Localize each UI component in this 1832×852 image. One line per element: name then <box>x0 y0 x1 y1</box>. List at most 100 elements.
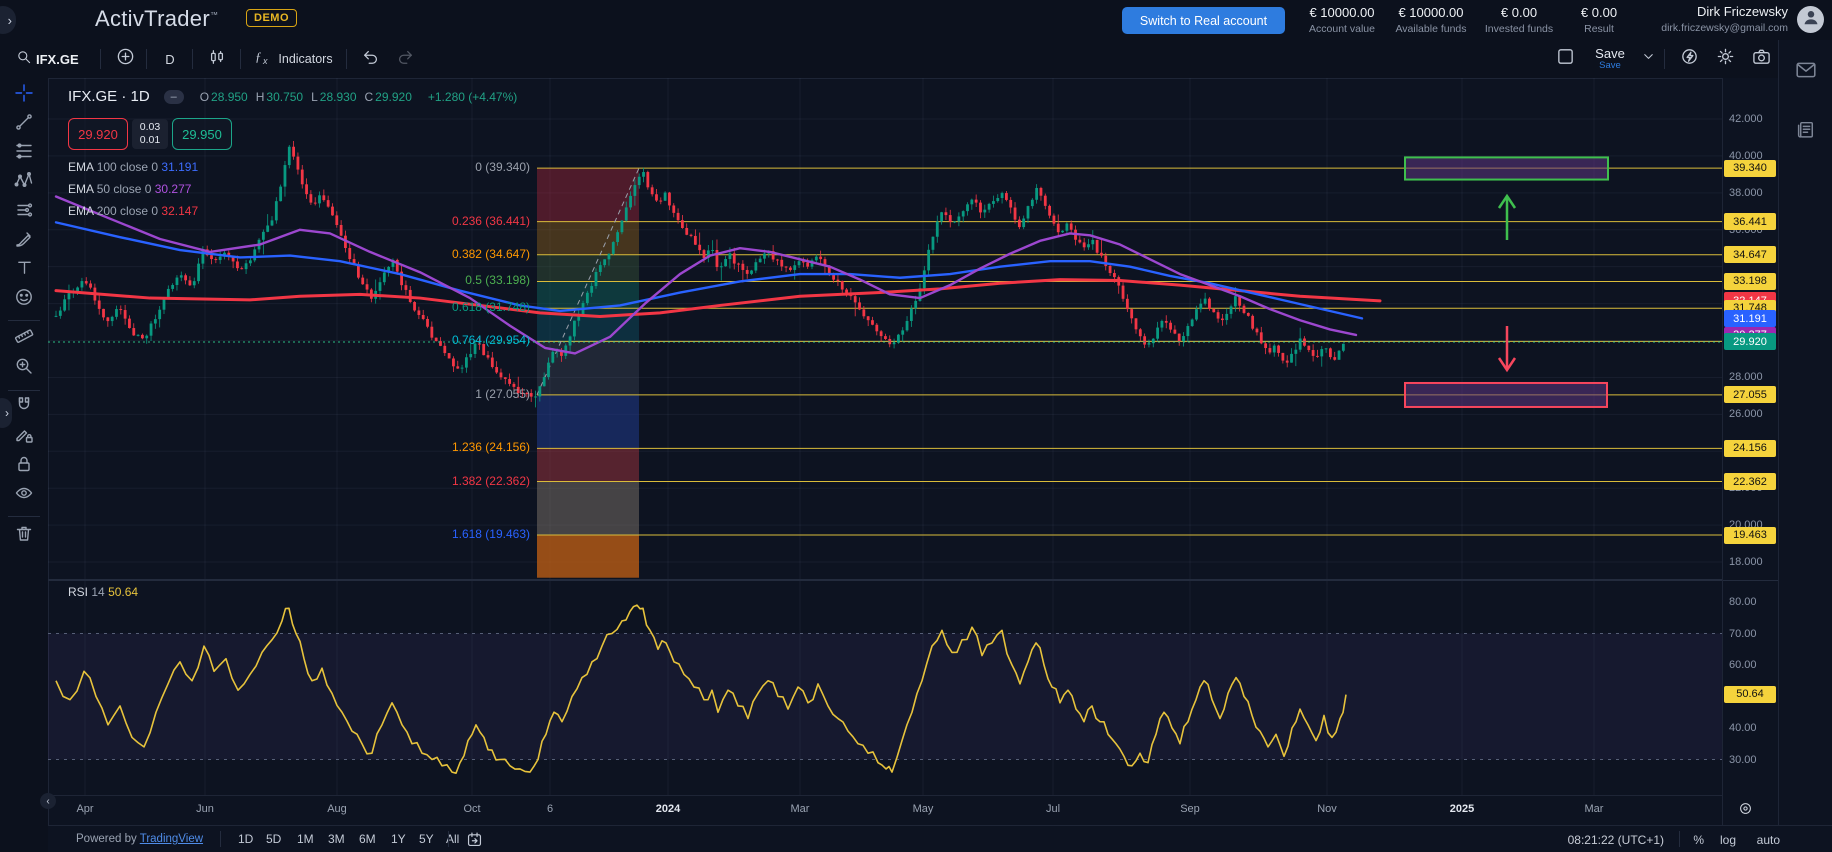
mail-button[interactable] <box>1792 58 1820 86</box>
price-scale[interactable]: 42.00040.00038.00036.00028.00026.00022.0… <box>1722 78 1779 825</box>
collapse-panel-tab[interactable]: › <box>0 6 16 34</box>
tradingview-link[interactable]: TradingView <box>140 833 203 845</box>
range-button-5d[interactable]: 5D <box>262 831 285 847</box>
alert-button[interactable] <box>1672 40 1706 78</box>
range-button-3m[interactable]: 3M <box>324 831 349 847</box>
tool-zoom-in[interactable] <box>10 354 38 382</box>
person-icon <box>1802 8 1820 31</box>
scroll-to-realtime-icon[interactable] <box>1738 801 1753 821</box>
sell-button[interactable]: 29.920 <box>68 118 128 150</box>
redo-button[interactable] <box>390 40 420 78</box>
collapse-drawing-toolbar-tab[interactable]: › <box>0 398 12 428</box>
range-button-1m[interactable]: 1M <box>293 831 318 847</box>
rsi-params: 14 <box>91 585 104 599</box>
rsi-legend[interactable]: RSI 14 50.64 <box>68 585 138 599</box>
chart-title[interactable]: IFX.GE · 1D <box>68 88 150 105</box>
tool-emoji[interactable] <box>10 285 38 313</box>
ema-name: EMA <box>68 182 93 196</box>
range-button-all[interactable]: All <box>442 831 463 847</box>
switch-to-real-account-button[interactable]: Switch to Real account <box>1122 7 1285 34</box>
trading-app: › ActivTrader™ DEMO Switch to Real accou… <box>0 0 1832 852</box>
range-button-6m[interactable]: 6M <box>355 831 380 847</box>
bottombar-separator <box>1679 831 1680 847</box>
edit-lock-icon <box>14 425 34 450</box>
save-sub-label: Save <box>1599 60 1621 71</box>
tool-ruler[interactable] <box>10 324 38 352</box>
tool-trash[interactable] <box>10 521 38 549</box>
tool-xabcd-pattern[interactable] <box>10 168 38 196</box>
redo-icon <box>396 48 414 71</box>
collapse-axis-tab[interactable]: ‹ <box>40 793 56 809</box>
rsi-pane <box>48 605 1722 773</box>
settings-button[interactable] <box>1708 40 1742 78</box>
tool-crosshair[interactable] <box>10 81 38 109</box>
tool-fib-retracement[interactable] <box>10 139 38 167</box>
rectangle-drawing-top[interactable] <box>1405 157 1608 179</box>
toolbar-divider <box>8 320 40 321</box>
time-tick: Sep <box>1180 803 1200 815</box>
scale-mode-%[interactable]: % <box>1693 833 1704 847</box>
scale-mode-auto[interactable]: auto <box>1757 833 1780 847</box>
price-badge: 33.198 <box>1724 273 1776 290</box>
multichart-checkbox[interactable] <box>1550 40 1580 78</box>
avatar[interactable] <box>1797 6 1824 33</box>
tool-magnet[interactable] <box>10 393 38 421</box>
demo-badge: DEMO <box>246 9 297 27</box>
ema-legend-row[interactable]: EMA 200 close 0 32.147 <box>68 204 198 218</box>
ask-price: 29.950 <box>182 127 222 142</box>
candlesticks <box>55 141 1345 407</box>
go-to-date-button[interactable] <box>462 830 487 852</box>
fib-level-label: 0.382 (34.647) <box>390 247 530 261</box>
tool-forecast[interactable] <box>10 198 38 226</box>
rectangle-drawing-bottom[interactable] <box>1405 383 1607 407</box>
tool-trend-line[interactable] <box>10 110 38 138</box>
ema-legend-row[interactable]: EMA 50 close 0 30.277 <box>68 182 191 196</box>
spread-box: 0.03 0.01 <box>132 119 168 149</box>
time-axis[interactable]: AprJunAugOct62024MarMayJulSepNov2025Mar <box>48 795 1722 826</box>
price-tick: 18.000 <box>1729 556 1763 568</box>
save-button[interactable]: Save Save <box>1588 40 1632 78</box>
search-icon[interactable] <box>12 40 36 78</box>
app-logo: ActivTrader™ <box>95 6 218 32</box>
user-info[interactable]: Dirk Friczewsky dirk.friczewsky@gmail.co… <box>1661 4 1788 34</box>
rsi-value-badge: 50.64 <box>1724 686 1776 703</box>
price-badge: 22.362 <box>1724 473 1776 490</box>
range-button-1y[interactable]: 1Y <box>387 831 410 847</box>
price-chart[interactable] <box>48 78 1722 795</box>
news-button[interactable] <box>1792 118 1820 146</box>
scale-mode-log[interactable]: log <box>1720 833 1736 847</box>
save-menu-button[interactable] <box>1636 40 1660 78</box>
symbol-search-button[interactable]: IFX.GE <box>36 40 79 78</box>
add-symbol-button[interactable] <box>108 40 142 78</box>
tool-text[interactable] <box>10 256 38 284</box>
undo-button[interactable] <box>356 40 386 78</box>
indicators-button[interactable]: ƒx Indicators <box>248 40 338 78</box>
pane-separator[interactable] <box>1723 580 1779 581</box>
tool-eye[interactable] <box>10 481 38 509</box>
ema-params: 200 close 0 <box>97 204 158 218</box>
eye-icon <box>14 483 34 508</box>
tool-brush[interactable] <box>10 227 38 255</box>
price-badge: 29.920 <box>1724 333 1776 350</box>
stat-label: Result <box>1540 23 1658 35</box>
buy-button[interactable]: 29.950 <box>172 118 232 150</box>
time-tick: Mar <box>1585 803 1604 815</box>
screenshot-button[interactable] <box>1744 40 1778 78</box>
time-tick: Nov <box>1317 803 1337 815</box>
price-tick: 26.000 <box>1729 408 1763 420</box>
range-button-5y[interactable]: 5Y <box>415 831 438 847</box>
interval-button[interactable]: D <box>152 40 188 78</box>
clock[interactable]: 08:21:22 (UTC+1) <box>1568 833 1664 847</box>
spread-top: 0.03 <box>140 121 160 134</box>
tool-lock[interactable] <box>10 452 38 480</box>
tool-edit-lock[interactable] <box>10 423 38 451</box>
chart-style-button[interactable] <box>198 40 236 78</box>
ohlc-value: 28.930 <box>320 90 357 104</box>
hide-indicator-button[interactable]: – <box>164 90 184 104</box>
arrow-up-drawing[interactable] <box>1499 196 1515 240</box>
arrow-down-drawing[interactable] <box>1499 326 1515 370</box>
ema-legend-row[interactable]: EMA 100 close 0 31.191 <box>68 160 198 174</box>
time-tick: Apr <box>76 803 93 815</box>
toolbar-separator <box>240 49 241 69</box>
range-button-1d[interactable]: 1D <box>234 831 257 847</box>
